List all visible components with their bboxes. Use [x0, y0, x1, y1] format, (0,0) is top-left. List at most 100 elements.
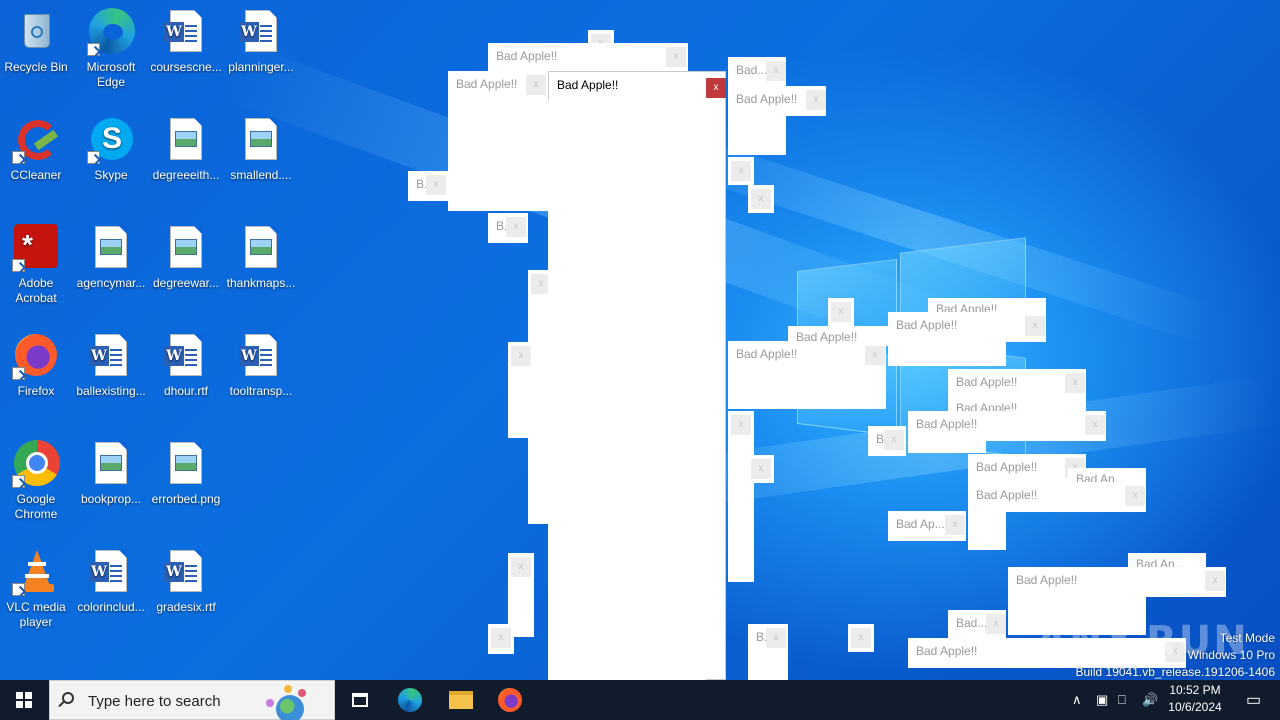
taskbar-edge-button[interactable] — [386, 680, 436, 720]
desktop-icon-google-chrome[interactable]: Google Chrome — [0, 440, 72, 522]
popup-window[interactable]: Bad... x — [948, 610, 1006, 640]
close-button[interactable]: x — [731, 415, 751, 435]
volume-icon[interactable]: 🔊 — [1142, 692, 1158, 708]
desktop-icon-vlc[interactable]: VLC media player — [0, 548, 72, 630]
start-button[interactable] — [0, 680, 48, 720]
close-button[interactable]: x — [1025, 316, 1045, 336]
popup-window[interactable]: B. x — [408, 171, 448, 201]
task-view-button[interactable] — [336, 680, 386, 720]
close-button[interactable]: x — [706, 78, 726, 98]
popup-title: Bad Apple!! — [956, 375, 1018, 389]
desktop-icon-file[interactable]: thankmaps... — [225, 224, 297, 291]
close-button[interactable]: x — [491, 628, 511, 648]
close-button[interactable]: x — [945, 515, 965, 535]
desktop-icon-file[interactable]: bookprop... — [75, 440, 147, 507]
popup-window[interactable]: Bad Ap... x — [888, 511, 966, 541]
taskbar-file-explorer-button[interactable] — [436, 680, 486, 720]
edge-icon — [87, 8, 135, 56]
popup-window[interactable]: Bad Apple!! x — [888, 312, 1046, 342]
popup-window[interactable]: x — [748, 185, 774, 213]
popup-window[interactable] — [548, 100, 706, 680]
popup-window[interactable]: x — [488, 624, 514, 654]
close-button[interactable]: x — [1065, 373, 1085, 393]
close-button[interactable]: x — [426, 175, 446, 195]
notification-icon[interactable]: ▭ — [1246, 690, 1261, 710]
close-button[interactable]: x — [751, 189, 771, 209]
network-icon[interactable]: ⎕ — [1118, 692, 1126, 708]
popup-window[interactable]: x — [848, 624, 874, 652]
close-button[interactable]: x — [731, 161, 751, 181]
desktop-icon-file[interactable]: W ballexisting... — [75, 332, 147, 399]
close-button[interactable]: x — [511, 346, 531, 366]
desktop-icon-file[interactable]: agencymar... — [75, 224, 147, 291]
desktop-icon-file[interactable]: W coursescne... — [150, 8, 222, 75]
close-button[interactable]: x — [766, 61, 786, 81]
popup-window[interactable]: B. x — [488, 213, 528, 243]
popup-window[interactable]: x — [728, 157, 754, 185]
popup-window[interactable]: Bad Apple!! x — [1008, 567, 1226, 597]
close-button[interactable]: x — [506, 217, 526, 237]
popup-window[interactable]: Bad Apple!! x — [488, 43, 688, 73]
meet-now-icon[interactable]: ▣ — [1096, 692, 1108, 708]
desktop-icon-file[interactable]: W tooltransp... — [225, 332, 297, 399]
desktop-icon-recycle-bin[interactable]: Recycle Bin — [0, 8, 72, 75]
popup-window[interactable]: x — [748, 455, 774, 483]
desktop-icon-microsoft-edge[interactable]: Microsoft Edge — [75, 8, 147, 90]
desktop-icon-file[interactable]: degreeeith... — [150, 116, 222, 183]
popup-window[interactable]: Bad Apple!! — [788, 326, 888, 346]
close-button[interactable]: x — [511, 557, 531, 577]
close-button[interactable]: x — [766, 628, 786, 648]
close-button[interactable]: x — [526, 75, 546, 95]
close-button[interactable]: x — [851, 628, 871, 648]
popup-window[interactable]: Bad Apple!! x — [448, 71, 548, 211]
desktop-icon-label: planninger... — [228, 60, 294, 74]
close-button[interactable]: x — [806, 90, 826, 110]
close-button[interactable]: x — [1205, 571, 1225, 591]
word-doc-icon: W — [87, 332, 135, 380]
close-button[interactable]: x — [986, 614, 1006, 634]
shortcut-arrow-icon — [87, 43, 100, 56]
desktop-icon-label: degreeeith... — [152, 168, 220, 182]
taskbar-firefox-button[interactable] — [486, 680, 536, 720]
popup-window[interactable]: B. x — [868, 426, 906, 456]
desktop-icon-skype[interactable]: S Skype — [75, 116, 147, 183]
desktop-icon-file[interactable]: W gradesix.rtf — [150, 548, 222, 615]
desktop-icon-label: Firefox — [17, 384, 55, 398]
popup-window[interactable]: x — [728, 411, 754, 582]
popup-window[interactable] — [908, 439, 986, 453]
recycle-bin-icon — [12, 8, 60, 56]
desktop-icon-file[interactable]: W planninger... — [225, 8, 297, 75]
close-button[interactable]: x — [1085, 415, 1105, 435]
popup-window[interactable]: Bad Apple!! x — [728, 341, 886, 409]
desktop-icon-adobe-acrobat[interactable]: * Adobe Acrobat — [0, 224, 72, 306]
desktop-icon-file[interactable]: smallend.... — [225, 116, 297, 183]
close-button[interactable]: x — [751, 459, 771, 479]
popup-window[interactable]: Bad Apple!! x — [908, 411, 1106, 441]
desktop-icon-file[interactable]: degreewar... — [150, 224, 222, 291]
popup-title: Bad Apple!! — [736, 92, 798, 106]
close-button[interactable]: x — [865, 345, 885, 365]
popup-window[interactable] — [888, 340, 1006, 366]
image-file-icon — [237, 224, 285, 272]
close-button[interactable]: x — [666, 47, 686, 67]
search-box[interactable]: Type here to search — [49, 680, 335, 720]
desktop-icon-label: dhour.rtf — [163, 384, 209, 398]
desktop-icon-file[interactable]: W dhour.rtf — [150, 332, 222, 399]
desktop-icon-firefox[interactable]: Firefox — [0, 332, 72, 399]
popup-window[interactable]: x — [828, 298, 854, 328]
close-button[interactable]: x — [884, 430, 904, 450]
desktop-icon-file[interactable]: errorbed.png — [150, 440, 222, 507]
close-button[interactable]: x — [1125, 486, 1145, 506]
desktop-icon-ccleaner[interactable]: CCleaner — [0, 116, 72, 183]
shortcut-arrow-icon — [12, 583, 25, 596]
word-doc-icon: W — [237, 332, 285, 380]
popup-window[interactable] — [968, 510, 1006, 550]
popup-window[interactable]: Bad Apple!! x — [728, 86, 826, 116]
close-button[interactable]: x — [831, 302, 851, 322]
popup-window[interactable]: B. x — [748, 624, 788, 680]
popup-window[interactable]: Bad Apple!! x — [948, 369, 1086, 399]
desktop-icon-file[interactable]: W colorinclud... — [75, 548, 147, 615]
popup-window[interactable]: Bad Apple!! x — [968, 482, 1146, 512]
chevron-up-icon[interactable]: ∧ — [1072, 692, 1082, 708]
clock[interactable]: 10:52 PM 10/6/2024 — [1160, 682, 1230, 716]
